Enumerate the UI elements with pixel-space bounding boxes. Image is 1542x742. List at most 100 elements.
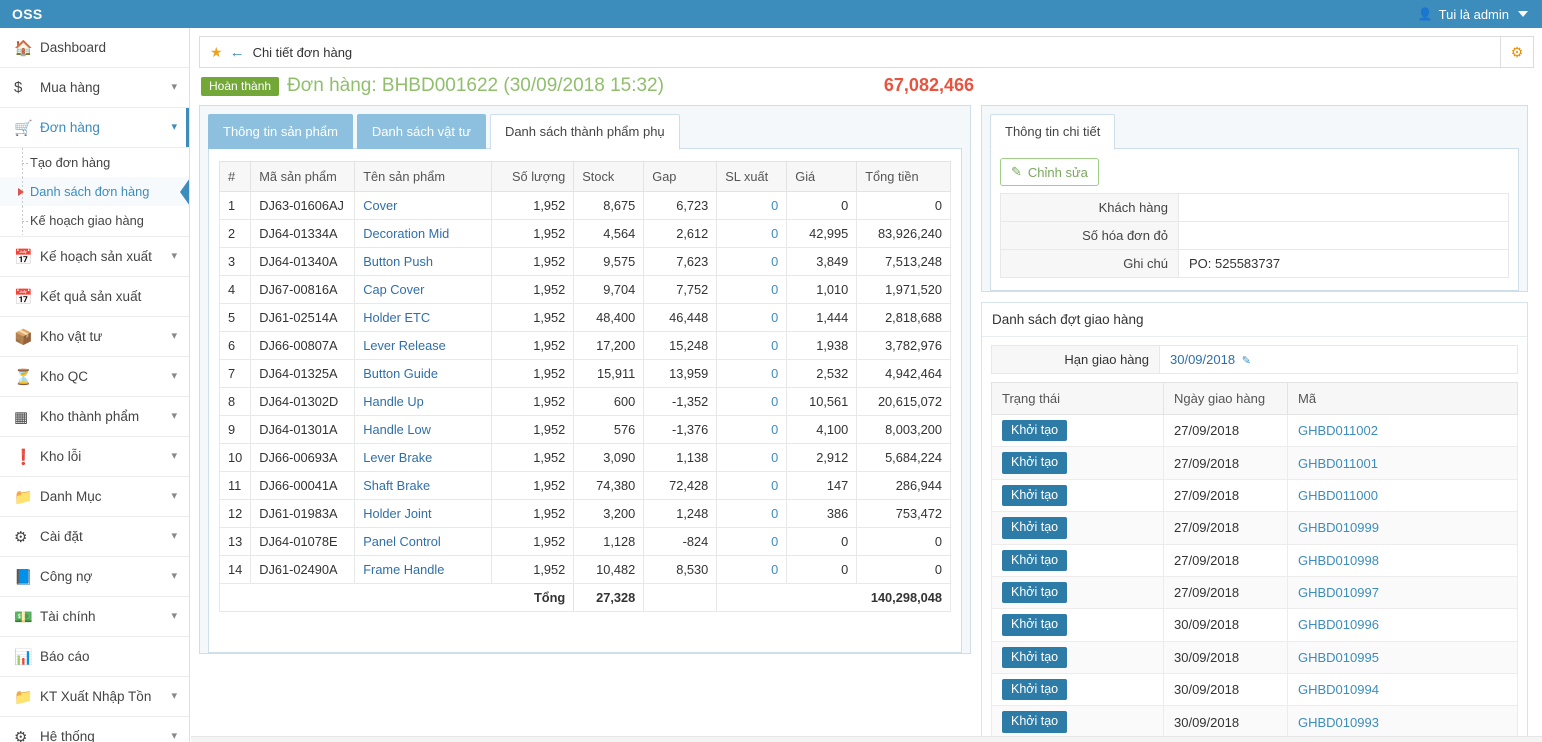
sidebar-item-bao-cao[interactable]: 📊 Báo cáo [0, 637, 189, 677]
tab-thong-tin-chi-tiet[interactable]: Thông tin chi tiết [990, 114, 1116, 150]
table-row[interactable]: 4 DJ67-00816A Cap Cover 1,952 9,704 7,752 0 1,0… [218, 275, 951, 304]
status-badge[interactable]: Khởi tạo [1002, 517, 1068, 539]
tab-danh-sach-vat-tu[interactable]: Danh sách vật tư [356, 114, 486, 149]
table-row[interactable]: 7 DJ64-01325A Button Guide 1,952 15,911 13,95… [218, 359, 951, 388]
cell-sl-xuat[interactable]: 0 [716, 331, 788, 360]
cell-name[interactable]: Lever Brake [354, 443, 493, 472]
arrow-left-icon[interactable]: ← [230, 45, 245, 60]
table-row[interactable]: Khởi tạo 27/09/2018 GHBD010999 [991, 511, 1518, 545]
status-badge[interactable]: Khởi tạo [1002, 614, 1068, 636]
table-row[interactable]: 14 DJ61-02490A Frame Handle 1,952 10,482 8,53… [218, 555, 951, 584]
table-row[interactable]: 2 DJ64-01334A Decoration Mid 1,952 4,564 2,61… [218, 219, 951, 248]
cell-name[interactable]: Cover [354, 191, 493, 220]
table-row[interactable]: 8 DJ64-01302D Handle Up 1,952 600 -1,352 0 10,5… [218, 387, 951, 416]
sidebar-item-kho-loi[interactable]: ❗ Kho lỗi ▾ [0, 437, 189, 477]
table-row[interactable]: 10 DJ66-00693A Lever Brake 1,952 3,090 1,138 0… [218, 443, 951, 472]
cell-sl-xuat[interactable]: 0 [716, 275, 788, 304]
delivery-code-link[interactable]: GHBD010994 [1287, 672, 1518, 707]
cell-name[interactable]: Handle Low [354, 415, 493, 444]
user-menu[interactable]: 👤 Tui là admin [1408, 0, 1542, 28]
due-date-value-cell[interactable]: 30/09/2018 ✎ [1159, 345, 1518, 374]
table-row[interactable]: 3 DJ64-01340A Button Push 1,952 9,575 7,623 0 3… [218, 247, 951, 276]
delivery-code-link[interactable]: GHBD010997 [1287, 575, 1518, 610]
table-row[interactable]: 12 DJ61-01983A Holder Joint 1,952 3,200 1,248… [218, 499, 951, 528]
sidebar-item-he-thong[interactable]: ⚙ Hệ thống ▾ [0, 717, 189, 742]
sidebar-item-mua-hang[interactable]: $ Mua hàng ▾ [0, 68, 189, 108]
delivery-code-link[interactable]: GHBD011001 [1287, 446, 1518, 480]
table-row[interactable]: Khởi tạo 30/09/2018 GHBD010995 [991, 640, 1518, 675]
table-row[interactable]: Khởi tạo 30/09/2018 GHBD010994 [991, 672, 1518, 707]
cell-sl-xuat[interactable]: 0 [716, 359, 788, 388]
sidebar-item-kho-thanh-pham[interactable]: ▦ Kho thành phẩm ▾ [0, 397, 189, 437]
cell-sl-xuat[interactable]: 0 [716, 191, 788, 220]
cell-sl-xuat[interactable]: 0 [716, 499, 788, 528]
cell-name[interactable]: Decoration Mid [354, 219, 493, 248]
delivery-code-link[interactable]: GHBD010998 [1287, 543, 1518, 577]
table-row[interactable]: Khởi tạo 27/09/2018 GHBD010997 [991, 575, 1518, 610]
status-badge[interactable]: Khởi tạo [1002, 484, 1068, 507]
sidebar-item-dashboard[interactable]: 🏠 Dashboard [0, 28, 189, 68]
cell-name[interactable]: Button Guide [354, 359, 493, 388]
cell-sl-xuat[interactable]: 0 [716, 415, 788, 444]
cell-name[interactable]: Frame Handle [354, 555, 493, 584]
cell-name[interactable]: Holder Joint [354, 499, 493, 528]
table-row[interactable]: 1 DJ63-01606AJ Cover 1,952 8,675 6,723 0 0 0 [218, 191, 951, 220]
sidebar-item-kho-qc[interactable]: ⏳ Kho QC ▾ [0, 357, 189, 397]
table-row[interactable]: Khởi tạo 27/09/2018 GHBD010998 [991, 543, 1518, 577]
cell-name[interactable]: Button Push [354, 247, 493, 276]
delivery-code-link[interactable]: GHBD010996 [1287, 608, 1518, 642]
table-row[interactable]: 6 DJ66-00807A Lever Release 1,952 17,200 15,2… [218, 331, 951, 360]
delivery-code-link[interactable]: GHBD010995 [1287, 640, 1518, 675]
status-badge[interactable]: Khởi tạo [1002, 711, 1068, 733]
table-row[interactable]: 13 DJ64-01078E Panel Control 1,952 1,128 -824… [218, 527, 951, 556]
cell-name[interactable]: Holder ETC [354, 303, 493, 332]
delivery-code-link[interactable]: GHBD011000 [1287, 478, 1518, 513]
delivery-code-link[interactable]: GHBD010993 [1287, 705, 1518, 739]
cell-name[interactable]: Panel Control [354, 527, 493, 556]
sidebar-subitem-danh-sach-don-hang[interactable]: Danh sách đơn hàng [0, 177, 189, 206]
tab-thong-tin-san-pham[interactable]: Thông tin sản phẩm [208, 114, 353, 149]
cell-name[interactable]: Handle Up [354, 387, 493, 416]
status-badge[interactable]: Khởi tạo [1002, 549, 1068, 571]
cell-sl-xuat[interactable]: 0 [716, 387, 788, 416]
table-row[interactable]: 11 DJ66-00041A Shaft Brake 1,952 74,380 72,42… [218, 471, 951, 500]
sidebar-item-ke-hoach-san-xuat[interactable]: 📅 Kế hoạch sản xuất ▾ [0, 237, 189, 277]
pencil-icon[interactable]: ✎ [1242, 355, 1251, 367]
sidebar-item-kho-vat-tu[interactable]: 📦 Kho vật tư ▾ [0, 317, 189, 357]
cell-sl-xuat[interactable]: 0 [716, 247, 788, 276]
cell-name[interactable]: Lever Release [354, 331, 493, 360]
sidebar-item-cong-no[interactable]: 📘 Công nợ ▾ [0, 557, 189, 597]
status-badge[interactable]: Khởi tạo [1002, 679, 1068, 701]
cell-sl-xuat[interactable]: 0 [716, 303, 788, 332]
sidebar-item-don-hang[interactable]: 🛒 Đơn hàng ▾ [0, 108, 189, 148]
cell-sl-xuat[interactable]: 0 [716, 471, 788, 500]
status-badge[interactable]: Khởi tạo [1002, 452, 1068, 474]
sidebar-item-cai-dat[interactable]: ⚙ Cài đặt ▾ [0, 517, 189, 557]
table-row[interactable]: Khởi tạo 27/09/2018 GHBD011000 [991, 478, 1518, 513]
delivery-code-link[interactable]: GHBD011002 [1287, 413, 1518, 448]
table-row[interactable]: Khởi tạo 30/09/2018 GHBD010996 [991, 608, 1518, 642]
sidebar-subitem-tao-don-hang[interactable]: Tạo đơn hàng [0, 148, 189, 177]
sidebar-subitem-ke-hoach-giao-hang[interactable]: Kế hoạch giao hàng [0, 206, 189, 235]
table-row[interactable]: 9 DJ64-01301A Handle Low 1,952 576 -1,376 0 4,1… [218, 415, 951, 444]
gear-icon[interactable]: ⚙ [1500, 37, 1533, 67]
app-brand[interactable]: OSS [0, 0, 190, 28]
sidebar-item-danh-muc[interactable]: 📁 Danh Mục ▾ [0, 477, 189, 517]
table-row[interactable]: Khởi tạo 30/09/2018 GHBD010993 [991, 705, 1518, 739]
status-badge[interactable]: Khởi tạo [1002, 581, 1068, 604]
tab-danh-sach-thanh-pham-phu[interactable]: Danh sách thành phẩm phụ [489, 114, 680, 150]
cell-sl-xuat[interactable]: 0 [716, 527, 788, 556]
status-badge[interactable]: Khởi tạo [1002, 420, 1068, 442]
table-row[interactable]: 5 DJ61-02514A Holder ETC 1,952 48,400 46,448 0… [218, 303, 951, 332]
cell-name[interactable]: Shaft Brake [354, 471, 493, 500]
delivery-code-link[interactable]: GHBD010999 [1287, 511, 1518, 545]
edit-button[interactable]: ✎ Chỉnh sửa [1000, 158, 1099, 186]
table-row[interactable]: Khởi tạo 27/09/2018 GHBD011001 [991, 446, 1518, 480]
table-row[interactable]: Khởi tạo 27/09/2018 GHBD011002 [991, 413, 1518, 448]
cell-name[interactable]: Cap Cover [354, 275, 493, 304]
cell-sl-xuat[interactable]: 0 [716, 555, 788, 584]
star-icon[interactable]: ★ [210, 44, 223, 61]
status-badge[interactable]: Khởi tạo [1002, 646, 1068, 668]
sidebar-item-tai-chinh[interactable]: 💵 Tài chính ▾ [0, 597, 189, 637]
sidebar-item-kt-xuat-nhap-ton[interactable]: 📁 KT Xuất Nhập Tồn ▾ [0, 677, 189, 717]
